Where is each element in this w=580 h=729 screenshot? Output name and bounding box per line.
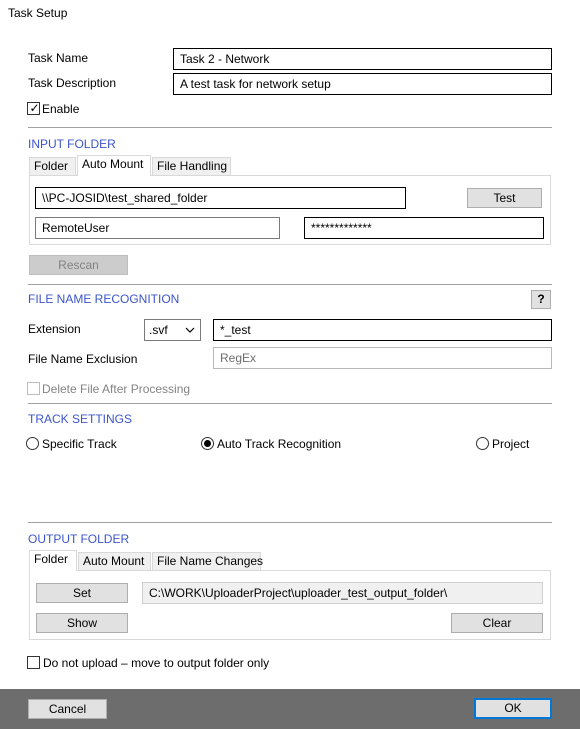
set-button[interactable]: Set — [36, 583, 128, 603]
track-settings-heading: TRACK SETTINGS — [28, 412, 133, 426]
divider — [28, 403, 552, 405]
checkmark-icon: ✓ — [29, 101, 40, 115]
divider — [28, 284, 552, 286]
input-folder-tabs: Folder Auto Mount File Handling — [29, 155, 549, 176]
enable-label: Enable — [42, 102, 80, 116]
input-folder-heading: INPUT FOLDER — [28, 137, 116, 151]
output-path-field[interactable]: C:\WORK\UploaderProject\uploader_test_ou… — [142, 582, 543, 604]
divider — [28, 522, 552, 524]
specific-track-label: Specific Track — [42, 437, 117, 451]
tab-output-auto-mount[interactable]: Auto Mount — [78, 552, 151, 570]
show-button[interactable]: Show — [36, 613, 128, 633]
window-title: Task Setup — [8, 6, 68, 20]
help-button[interactable]: ? — [531, 290, 551, 309]
tab-output-folder[interactable]: Folder — [29, 550, 77, 571]
task-description-label: Task Description — [28, 76, 117, 90]
enable-checkbox[interactable]: ✓ — [27, 101, 40, 115]
task-name-label: Task Name — [28, 51, 89, 65]
delete-after-processing-label: Delete File After Processing — [42, 382, 191, 396]
project-label: Project — [492, 437, 530, 451]
output-folder-heading: OUTPUT FOLDER — [28, 532, 130, 546]
divider — [28, 127, 552, 129]
auto-track-recognition-label: Auto Track Recognition — [217, 437, 342, 451]
password-input[interactable]: ************* — [304, 217, 544, 239]
extension-select-value: .svf — [149, 323, 168, 337]
tab-auto-mount[interactable]: Auto Mount — [77, 155, 151, 176]
cancel-button[interactable]: Cancel — [28, 699, 107, 719]
ok-button[interactable]: OK — [474, 698, 552, 719]
file-name-exclusion-input[interactable]: RegEx — [213, 347, 552, 369]
file-name-exclusion-label: File Name Exclusion — [28, 352, 138, 366]
username-input[interactable]: RemoteUser — [35, 217, 280, 239]
test-button[interactable]: Test — [467, 188, 542, 208]
tab-folder[interactable]: Folder — [29, 157, 76, 175]
do-not-upload-checkbox[interactable] — [27, 656, 40, 669]
do-not-upload-label: Do not upload – move to output folder on… — [43, 656, 270, 670]
tab-file-handling[interactable]: File Handling — [152, 157, 231, 175]
file-name-recognition-heading: FILE NAME RECOGNITION — [28, 292, 180, 306]
chevron-down-icon — [185, 327, 195, 333]
project-radio[interactable] — [476, 437, 489, 450]
delete-after-processing-checkbox[interactable] — [27, 382, 40, 395]
extension-select[interactable]: .svf — [144, 319, 201, 341]
output-folder-tabs: Folder Auto Mount File Name Changes — [29, 550, 549, 571]
clear-button[interactable]: Clear — [451, 613, 543, 633]
radio-selected-dot — [204, 440, 211, 447]
auto-track-recognition-radio[interactable] — [201, 437, 214, 450]
network-path-input[interactable]: \\PC-JOSID\test_shared_folder — [35, 187, 406, 209]
tab-file-name-changes[interactable]: File Name Changes — [152, 552, 263, 570]
extension-pattern-input[interactable]: *_test — [213, 319, 552, 341]
specific-track-radio[interactable] — [26, 437, 39, 450]
task-name-input[interactable]: Task 2 - Network — [173, 48, 552, 70]
task-description-input[interactable]: A test task for network setup — [173, 73, 552, 95]
extension-label: Extension — [28, 322, 81, 336]
rescan-button[interactable]: Rescan — [29, 255, 128, 275]
